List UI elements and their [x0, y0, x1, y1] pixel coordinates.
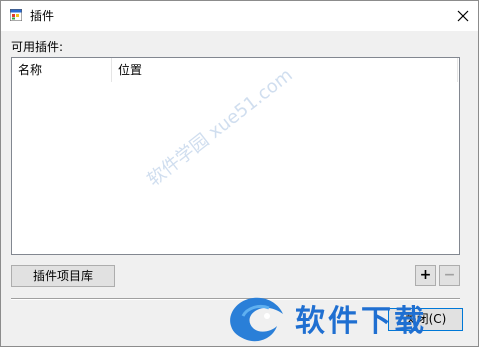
- remove-plugin-button[interactable]: −: [439, 265, 460, 286]
- close-button[interactable]: 关闭(C): [388, 308, 463, 331]
- add-plugin-button[interactable]: +: [415, 265, 436, 286]
- plugin-repository-button[interactable]: 插件项目库: [11, 265, 115, 287]
- available-plugins-label: 可用插件:: [11, 40, 64, 54]
- window-close-button[interactable]: [448, 1, 478, 31]
- column-header-name[interactable]: 名称: [12, 58, 112, 82]
- plugin-list[interactable]: 名称 位置: [11, 57, 460, 255]
- app-window-icon: [10, 9, 22, 21]
- close-icon: [457, 10, 469, 22]
- list-header: 名称 位置: [12, 58, 459, 82]
- column-header-location[interactable]: 位置: [112, 58, 458, 82]
- dragon-logo-icon: [230, 297, 283, 342]
- window-title: 插件: [30, 9, 55, 23]
- plugin-dialog: 插件 可用插件: 名称 位置 软件学园 xue51.com 插件项目库 + − …: [0, 0, 479, 347]
- separator: [11, 298, 460, 300]
- title-bar: 插件: [1, 1, 478, 31]
